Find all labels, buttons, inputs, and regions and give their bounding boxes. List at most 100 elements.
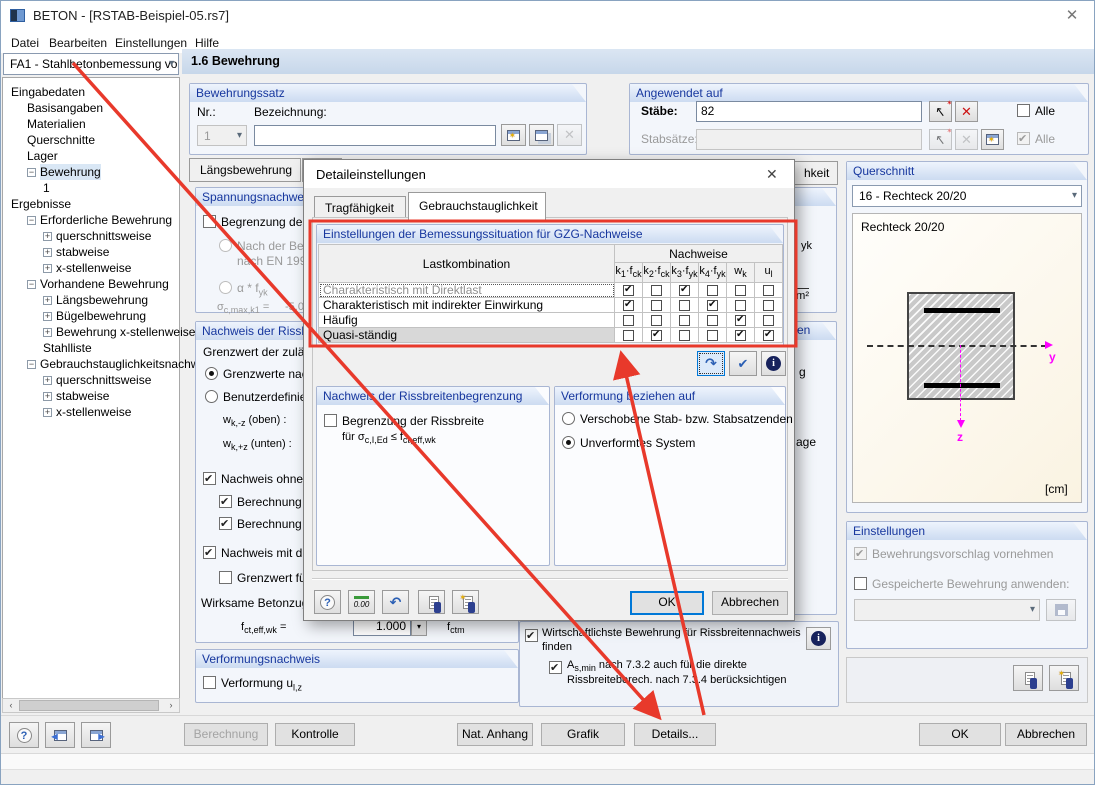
rissbreite-checkbox[interactable] (324, 414, 337, 427)
menu-einstellungen[interactable]: Einstellungen (111, 34, 191, 52)
copy-set-button[interactable] (529, 124, 554, 146)
design-case-dropdown[interactable]: FA1 - Stahlbetonbemessung vo ▾ (3, 53, 179, 75)
ok-button[interactable]: OK (919, 723, 1001, 746)
grenzwert-s-checkbox[interactable] (219, 571, 232, 584)
plus-expander-icon[interactable]: + (43, 392, 52, 401)
check-r2c3[interactable] (707, 315, 718, 326)
check-r0c2[interactable] (679, 285, 690, 296)
tree-item-materialien[interactable]: Materialien (5, 116, 177, 132)
check-r3c2[interactable] (679, 330, 690, 341)
berechnung2-checkbox[interactable] (219, 517, 232, 530)
tree-item-basisangaben[interactable]: Basisangaben (5, 100, 177, 116)
row-label-1[interactable]: Charakteristisch mit indirekter Einwirku… (319, 298, 615, 313)
new-stabsatz-button[interactable]: ✶ (981, 129, 1004, 150)
check-r2c4[interactable] (735, 315, 746, 326)
check-r0c0[interactable] (623, 285, 634, 296)
check-r3c5[interactable] (763, 330, 774, 341)
apply-to-all-button[interactable]: ↷ (697, 351, 725, 376)
tree-item-erforderliche-bewehrung[interactable]: −Erforderliche Bewehrung (5, 212, 177, 228)
minus-expander-icon[interactable]: − (27, 168, 36, 177)
tree-item-lager[interactable]: Lager (5, 148, 177, 164)
plus-expander-icon[interactable]: + (43, 408, 52, 417)
paste-settings-button[interactable] (1013, 665, 1043, 691)
tree-item-stabweise[interactable]: +stabweise (5, 244, 177, 260)
clear-staebe-button[interactable]: ✕ (955, 101, 978, 122)
gespeicherte-checkbox[interactable] (854, 577, 867, 590)
check-r1c2[interactable] (679, 300, 690, 311)
berechnung1-checkbox[interactable] (219, 495, 232, 508)
check-r2c1[interactable] (651, 315, 662, 326)
modal-help-button[interactable]: ? (314, 590, 341, 614)
check-r1c5[interactable] (763, 300, 774, 311)
check-r1c0[interactable] (623, 300, 634, 311)
check-r0c3[interactable] (707, 285, 718, 296)
undo-button[interactable]: ↶ (382, 590, 409, 614)
check-r3c4[interactable] (735, 330, 746, 341)
nachweis-ohne-checkbox[interactable] (203, 472, 216, 485)
grenzwerte-norm-radio[interactable] (205, 367, 218, 380)
check-r1c4[interactable] (735, 300, 746, 311)
row-label-2[interactable]: Häufig (319, 313, 615, 328)
minus-expander-icon[interactable]: − (27, 280, 36, 289)
check-r2c0[interactable] (623, 315, 634, 326)
previous-module-button[interactable]: ◄ (45, 722, 75, 748)
verformung-checkbox[interactable] (203, 676, 216, 689)
check-r1c3[interactable] (707, 300, 718, 311)
staebe-input[interactable]: 82 (696, 101, 922, 122)
reset-values-button[interactable]: 0.00 (348, 590, 375, 614)
check-r3c3[interactable] (707, 330, 718, 341)
tree-item-stabweise[interactable]: +stabweise (5, 388, 177, 404)
scroll-right-icon[interactable]: › (164, 700, 178, 711)
plus-expander-icon[interactable]: + (43, 296, 52, 305)
menu-datei[interactable]: Datei (7, 34, 43, 52)
plus-expander-icon[interactable]: + (43, 312, 52, 321)
modal-ok-button[interactable]: OK (630, 591, 704, 615)
scrollbar-thumb[interactable] (19, 700, 159, 711)
tree-item-querschnittsweise[interactable]: +querschnittsweise (5, 372, 177, 388)
grafik-button[interactable]: Grafik (541, 723, 625, 746)
tree-item-x-stellenweise[interactable]: +x-stellenweise (5, 260, 177, 276)
tree-item-stahlliste[interactable]: Stahlliste (5, 340, 177, 356)
minus-expander-icon[interactable]: − (27, 360, 36, 369)
modal-info-button[interactable]: i (761, 351, 786, 376)
unverformt-radio[interactable] (562, 436, 575, 449)
delete-set-button[interactable]: ✕ (557, 124, 582, 146)
plus-expander-icon[interactable]: + (43, 328, 52, 337)
info-button[interactable]: i (806, 627, 831, 650)
pick-staebe-button[interactable]: ↖ (929, 101, 952, 122)
check-r0c5[interactable] (763, 285, 774, 296)
minus-expander-icon[interactable]: − (27, 216, 36, 225)
bezeichnung-input[interactable] (254, 125, 496, 146)
tree-item-x-stellenweise[interactable]: +x-stellenweise (5, 404, 177, 420)
modal-copy-button[interactable]: ✶ (452, 590, 479, 614)
check-r2c5[interactable] (763, 315, 774, 326)
kontrolle-button[interactable]: Kontrolle (275, 723, 355, 746)
tree-item-ergebnisse[interactable]: Ergebnisse (5, 196, 177, 212)
alle-staebe-checkbox[interactable] (1017, 104, 1030, 117)
tree-horizontal-scrollbar[interactable]: ‹ › (2, 698, 180, 713)
tree-item-eingabedaten[interactable]: Eingabedaten (5, 84, 177, 100)
tree-item-querschnittsweise[interactable]: +querschnittsweise (5, 228, 177, 244)
tab-laengsbewehrung[interactable]: Längsbewehrung (189, 158, 301, 182)
plus-expander-icon[interactable]: + (43, 232, 52, 241)
check-r0c1[interactable] (651, 285, 662, 296)
nat-anhang-button[interactable]: Nat. Anhang (457, 723, 533, 746)
row-label-0[interactable]: Charakteristisch mit Direktlast (319, 283, 615, 298)
nr-dropdown[interactable]: 1 ▾ (197, 125, 247, 146)
asmin-checkbox[interactable] (549, 661, 562, 674)
close-icon[interactable]: ✕ (1059, 6, 1085, 26)
check-r3c1[interactable] (651, 330, 662, 341)
set-default-button[interactable]: ✔ (729, 351, 757, 376)
scroll-left-icon[interactable]: ‹ (4, 700, 18, 711)
tree-item-bügelbewehrung[interactable]: +Bügelbewehrung (5, 308, 177, 324)
nachweis-mit-checkbox[interactable] (203, 546, 216, 559)
tree-item-bewehrung-x-stellenweise[interactable]: +Bewehrung x-stellenweise (5, 324, 177, 340)
modal-cancel-button[interactable]: Abbrechen (712, 591, 788, 615)
verschobene-radio[interactable] (562, 412, 575, 425)
benutzerdefiniert-radio[interactable] (205, 390, 218, 403)
plus-expander-icon[interactable]: + (43, 264, 52, 273)
tree-item-gebrauchstauglichkeitsnachwei[interactable]: −Gebrauchstauglichkeitsnachwei (5, 356, 177, 372)
modal-close-icon[interactable]: ✕ (766, 166, 778, 183)
new-set-button[interactable]: ✶ (501, 124, 526, 146)
tab-gebrauchstauglichkeit-fragment[interactable]: hkeit (794, 161, 838, 185)
